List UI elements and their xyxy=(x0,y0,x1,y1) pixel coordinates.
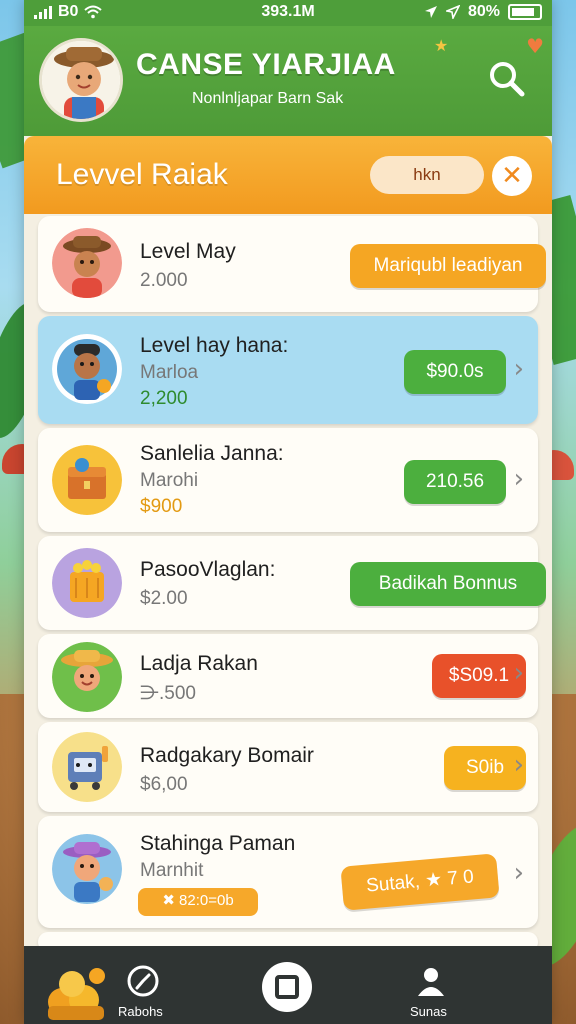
row-action-button[interactable]: $90.0s xyxy=(404,350,506,394)
status-bar: B0 393.1M 80% xyxy=(24,0,552,26)
nav-label-right[interactable]: Sunas xyxy=(410,1004,447,1019)
list-item[interactable]: Radgakary Bomair $6,00 S0ib › xyxy=(38,722,538,812)
heart-icon: ♥ xyxy=(526,34,544,58)
battery-percent: 80% xyxy=(467,3,500,20)
row-name: PasooVlaglan: xyxy=(140,558,276,581)
bottom-nav: Rabohs Sunas xyxy=(24,946,552,1024)
row-subtitle: Marohi xyxy=(140,470,199,491)
row-value: ⋺.500 xyxy=(140,683,196,704)
app-title: CANSE YIARJIAA xyxy=(136,48,396,81)
star-icon: ★ xyxy=(434,36,449,55)
list-item[interactable]: Stahinga Paman Marnhit ✖ 82:0=0b Sutak, … xyxy=(38,816,538,928)
row-value: $900 xyxy=(140,496,183,517)
clock-icon[interactable] xyxy=(126,964,160,998)
farmer-avatar-icon xyxy=(42,41,120,119)
row-name: Ladja Rakan xyxy=(140,652,258,675)
row-action-button[interactable]: $S09.1 xyxy=(432,654,526,698)
row-action-button[interactable]: 210.56 xyxy=(404,460,506,504)
row-name: Sanlelia Janna: xyxy=(140,442,284,465)
treasure-chest-icon xyxy=(52,445,122,515)
battery-icon xyxy=(508,4,542,20)
avatar[interactable] xyxy=(39,38,123,122)
list-item[interactable]: Ladja Rakan ⋺.500 $S09.1 › xyxy=(38,634,538,718)
row-action-button[interactable]: Mariqubl leadiyan xyxy=(350,244,546,288)
search-icon[interactable] xyxy=(484,56,528,100)
boy-avatar-icon xyxy=(52,334,122,404)
app-frame: B0 393.1M 80% CANSE YIARJIAA Nonlnljapar… xyxy=(24,0,552,1024)
chevron-right-icon[interactable]: › xyxy=(514,464,524,494)
row-value-badge: ✖ 82:0=0b xyxy=(138,888,258,916)
level-bar: Levvel Raiak hkn ✕ xyxy=(24,136,552,214)
row-action-button[interactable]: Sutak, ★ 7 0 xyxy=(340,853,500,911)
corn-basket-icon xyxy=(52,548,122,618)
chevron-right-icon[interactable]: › xyxy=(514,354,524,384)
machine-box-icon xyxy=(52,732,122,802)
nav-label-left[interactable]: Rabohs xyxy=(118,1004,163,1019)
row-subtitle: Marloa xyxy=(140,362,199,383)
location-arrow-icon xyxy=(445,5,460,19)
row-subtitle: Marnhit xyxy=(140,860,204,881)
row-value: ✖ 82:0=0b xyxy=(162,892,234,909)
farmer-hat-icon xyxy=(52,228,122,298)
list-item[interactable]: PasooVlaglan: $2.00 Badikah Bonnus xyxy=(38,536,546,630)
list-item[interactable]: Level May 2.000 Mariqubl leadiyan xyxy=(38,216,546,312)
row-action-button[interactable]: Badikah Bonnus xyxy=(350,562,546,606)
row-value: 2.000 xyxy=(140,270,188,291)
square-glyph xyxy=(275,975,299,999)
location-arrow-icon xyxy=(424,6,437,18)
chevron-right-icon[interactable]: › xyxy=(514,658,524,688)
list-item[interactable]: Sanlelia Janna: Marohi $900 210.56 › xyxy=(38,428,538,532)
row-name: Radgakary Bomair xyxy=(140,744,314,767)
row-name: Stahinga Paman xyxy=(140,832,296,855)
list-item-selected[interactable]: Level hay hana: Marloa 2,200 $90.0s › xyxy=(38,316,538,424)
row-name: Level hay hana: xyxy=(140,334,289,357)
girl-farmer-icon xyxy=(52,834,122,904)
chevron-right-icon[interactable]: › xyxy=(514,750,524,780)
level-pill-button[interactable]: hkn xyxy=(370,156,484,194)
row-value: $2.00 xyxy=(140,588,188,609)
close-icon[interactable]: ✕ xyxy=(492,156,532,196)
coin-pile-icon[interactable] xyxy=(42,962,112,1022)
home-square-icon[interactable] xyxy=(262,962,312,1012)
app-subtitle: Nonlnljapar Barn Sak xyxy=(192,90,344,107)
row-value: 2,200 xyxy=(140,388,188,409)
row-value: $6,00 xyxy=(140,774,188,795)
user-icon[interactable] xyxy=(414,964,448,998)
app-header: CANSE YIARJIAA Nonlnljapar Barn Sak ★ ♥ xyxy=(24,26,552,136)
row-name: Level May xyxy=(140,240,236,263)
chevron-right-icon[interactable]: › xyxy=(514,858,524,888)
farmer-straw-hat-icon xyxy=(52,642,122,712)
level-title: Levvel Raiak xyxy=(56,158,228,191)
